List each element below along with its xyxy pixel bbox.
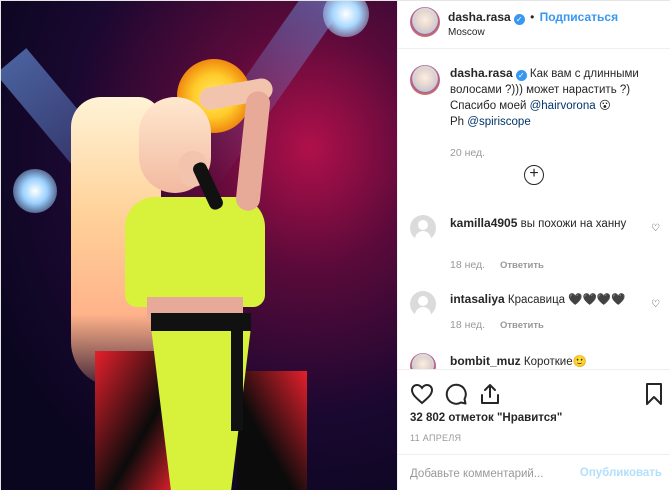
plus-circle-icon[interactable]: + <box>524 165 544 185</box>
post-photo[interactable] <box>1 1 397 490</box>
mention-link[interactable]: @spiriscope <box>467 116 530 128</box>
verified-badge-icon: ✓ <box>513 14 525 25</box>
caption-text: dasha.rasa ✓ Как вам с длинными волосами … <box>450 65 640 130</box>
comment-text: bombit_muz Короткие🙂 <box>450 353 640 369</box>
instagram-post: dasha.rasa ✓ • Подписаться Moscow dasha.r… <box>0 0 670 490</box>
bookmark-icon[interactable] <box>642 382 666 406</box>
avatar[interactable] <box>410 353 436 369</box>
caption-emoji: 😮 <box>595 100 611 112</box>
heart-icon[interactable]: ♡ <box>651 299 660 310</box>
comment-text: kamilla4905 вы похожи на ханну <box>450 215 640 232</box>
caption-photo-credit: Ph <box>450 116 468 128</box>
post-side-panel: dasha.rasa ✓ • Подписаться Moscow dasha.r… <box>397 1 670 490</box>
stage-light-blue <box>13 169 57 213</box>
post-caption: dasha.rasa ✓ Как вам с длинными волосами … <box>410 65 660 175</box>
avatar[interactable] <box>410 291 436 317</box>
singer-pants <box>237 371 307 490</box>
timestamp[interactable]: 20 нед. <box>450 147 485 159</box>
post-date[interactable]: 11 АПРЕЛЯ <box>410 433 461 443</box>
separator-dot: • <box>530 10 535 24</box>
post-actions: 32 802 отметок "Нравится" 11 АПРЕЛЯ Опуб… <box>398 369 670 490</box>
comment-body: вы похожи на ханну <box>520 218 627 230</box>
stage-light-blue <box>323 1 369 37</box>
likes-count[interactable]: 32 802 отметок "Нравится" <box>410 412 562 424</box>
publish-button[interactable]: Опубликовать <box>580 467 662 479</box>
avatar[interactable] <box>410 7 440 37</box>
singer-top <box>125 197 265 307</box>
comment-body: Короткие🙂 <box>523 356 587 368</box>
avatar[interactable] <box>410 65 440 95</box>
comment-item: intasaliya Красавица 🖤🖤🖤🖤 ♡ 18 нед. Отве… <box>410 291 660 341</box>
reply-button[interactable]: Ответить <box>500 260 544 271</box>
add-comment-bar: Опубликовать <box>398 454 670 490</box>
comment-meta: 18 нед. Ответить <box>450 319 544 331</box>
header-user-line: dasha.rasa ✓ • Подписаться <box>448 10 618 25</box>
mention-link[interactable]: @hairvorona <box>530 100 596 112</box>
comment-item: kamilla4905 вы похожи на ханну ♡ 18 нед.… <box>410 215 660 275</box>
username-link[interactable]: intasaliya <box>450 292 505 306</box>
username-link[interactable]: bombit_muz <box>450 354 521 368</box>
comment-text: intasaliya Красавица 🖤🖤🖤🖤 <box>450 291 640 308</box>
reply-button[interactable]: Ответить <box>500 320 544 331</box>
timestamp[interactable]: 18 нед. <box>450 259 485 271</box>
singer-belt-strap <box>231 321 243 431</box>
heart-icon[interactable] <box>410 382 434 406</box>
comment-body: Красавица 🖤🖤🖤🖤 <box>507 294 626 306</box>
timestamp[interactable]: 18 нед. <box>450 319 485 331</box>
username-link[interactable]: dasha.rasa <box>450 66 513 80</box>
comment-input[interactable] <box>410 465 580 483</box>
location-link[interactable]: Moscow <box>448 27 485 38</box>
comments-list[interactable]: dasha.rasa ✓ Как вам с длинными волосами … <box>398 49 670 369</box>
caption-time: 20 нед. <box>450 147 485 159</box>
post-header: dasha.rasa ✓ • Подписаться Moscow <box>398 1 670 49</box>
comment-item: bombit_muz Короткие🙂 <box>410 353 660 369</box>
verified-badge-icon: ✓ <box>515 70 527 81</box>
username-link[interactable]: dasha.rasa <box>448 10 511 24</box>
comment-icon[interactable] <box>444 382 468 406</box>
follow-button[interactable]: Подписаться <box>540 10 618 24</box>
username-link[interactable]: kamilla4905 <box>450 216 517 230</box>
avatar[interactable] <box>410 215 436 241</box>
share-icon[interactable] <box>478 382 502 406</box>
comment-meta: 18 нед. Ответить <box>450 259 544 271</box>
heart-icon[interactable]: ♡ <box>651 223 660 234</box>
